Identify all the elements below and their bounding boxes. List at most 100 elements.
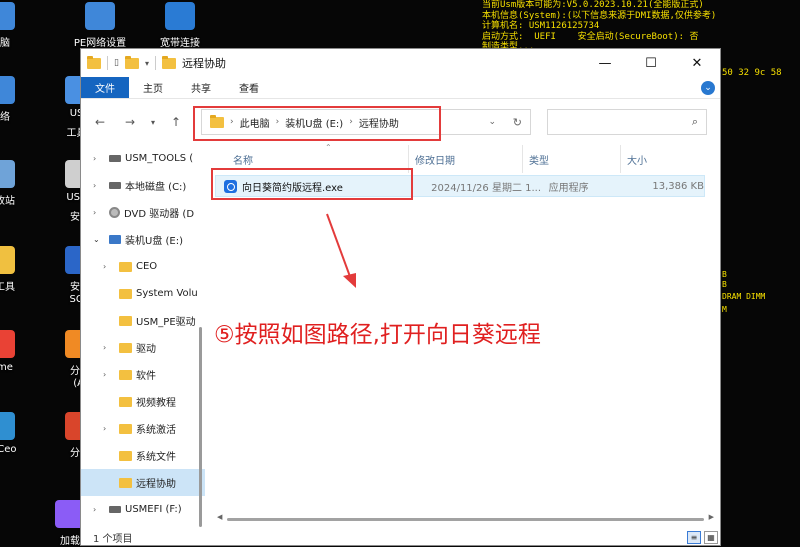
chevron-right-icon[interactable]: › — [93, 208, 105, 217]
shortcut-label: 宽带连接 — [160, 38, 200, 49]
column-size[interactable]: 大小 — [621, 145, 687, 173]
ribbon-expand-button[interactable]: ⌄ — [696, 77, 720, 98]
desktop-shortcut[interactable]: 理工具 — [0, 246, 40, 293]
quick-access-dropdown-icon[interactable]: ▾ — [145, 59, 149, 68]
desktop-shortcut[interactable]: rome — [0, 330, 40, 373]
scrollbar-thumb[interactable] — [227, 518, 704, 521]
maximize-button[interactable]: ☐ — [628, 49, 674, 77]
shortcut-label: 网络 — [0, 112, 10, 123]
nav-item-label: 远程协助 — [136, 479, 176, 490]
column-type-label: 类型 — [529, 155, 549, 167]
desktop-shortcut[interactable]: rmCeo — [0, 412, 40, 455]
sysinfo-line: 当前Usm版本可能为:V5.0.2023.10.21(全能版正式) — [482, 0, 704, 10]
chevron-right-icon[interactable]: › — [93, 181, 105, 190]
tab-home[interactable]: 主页 — [129, 77, 177, 98]
tab-share[interactable]: 共享 — [177, 77, 225, 98]
nav-item-label: 驱动 — [136, 344, 156, 355]
nav-item-label: 系统激活 — [136, 425, 176, 436]
sysinfo-line: 本机信息(System):(以下信息来源于DMI数据,仅供参考) — [482, 10, 717, 21]
tab-file[interactable]: 文件 — [81, 77, 129, 98]
pin-icon[interactable]: ▯ — [114, 58, 119, 68]
sort-arrow-icon: ⌃ — [325, 143, 332, 152]
minimize-button[interactable]: — — [582, 49, 628, 77]
nav-scrollbar[interactable] — [197, 145, 205, 529]
shortcut-label: 回收站 — [0, 196, 15, 207]
drive-icon — [109, 506, 121, 513]
tab-view[interactable]: 查看 — [225, 77, 273, 98]
sysinfo-line: 计算机名: USM1126125734 — [482, 21, 600, 31]
shortcut-icon — [0, 2, 15, 30]
chevron-right-icon[interactable]: › — [93, 505, 105, 514]
file-size: 13,386 KB — [652, 180, 704, 192]
desktop-shortcut[interactable]: 宽带连接 — [140, 2, 220, 49]
shortcut-icon — [0, 330, 15, 358]
large-icons-view-icon[interactable]: ▦ — [704, 531, 718, 544]
chevron-right-icon[interactable]: › — [93, 154, 105, 163]
nav-item[interactable]: › 驱动 — [81, 334, 205, 361]
scroll-left-icon[interactable]: ◀ — [217, 513, 222, 521]
chevron-right-icon[interactable]: › — [103, 343, 115, 352]
nav-item[interactable]: 远程协助 — [81, 469, 205, 496]
nav-item[interactable]: › USMEFI (F:) — [81, 496, 205, 523]
search-icon: ⌕ — [691, 115, 698, 128]
annotation-highlight-path — [193, 106, 441, 141]
scrollbar-thumb[interactable] — [199, 327, 202, 527]
chevron-right-icon[interactable]: › — [103, 424, 115, 433]
folder-icon — [87, 55, 101, 69]
nav-item[interactable]: System Volu — [81, 280, 205, 307]
folder-icon — [119, 369, 132, 380]
desktop-shortcut[interactable]: 回收站 — [0, 160, 40, 207]
desktop-shortcut[interactable]: 电脑 — [0, 2, 40, 49]
nav-item[interactable]: › DVD 驱动器 (D — [81, 199, 205, 226]
dvd-drive-icon — [109, 207, 120, 218]
details-view-icon[interactable]: ≡ — [687, 531, 701, 544]
nav-item[interactable]: › USM_TOOLS ( — [81, 145, 205, 172]
nav-item-label: 视频教程 — [136, 398, 176, 409]
nav-item-label: 系统文件 — [136, 452, 176, 463]
sysinfo-line: M — [722, 305, 727, 314]
scroll-right-icon[interactable]: ▶ — [709, 513, 714, 521]
chevron-down-icon[interactable]: ⌄ — [93, 235, 105, 244]
chevron-right-icon[interactable]: › — [103, 370, 115, 379]
nav-item-label: 装机U盘 (E:) — [125, 236, 183, 247]
nav-item-label: 软件 — [136, 371, 156, 382]
up-button[interactable]: ↑ — [163, 115, 189, 129]
system-info-overlay: 当前Usm版本可能为:V5.0.2023.10.21(全能版正式) 本机信息(Sy… — [482, 0, 716, 53]
divider — [107, 56, 108, 70]
nav-item[interactable]: ⌄ 装机U盘 (E:) — [81, 226, 205, 253]
back-button[interactable]: ← — [87, 115, 113, 129]
nav-item[interactable]: › 系统激活 — [81, 415, 205, 442]
nav-item[interactable]: › 软件 — [81, 361, 205, 388]
forward-button[interactable]: → — [117, 115, 143, 129]
sysinfo-line: B — [722, 270, 727, 279]
nav-item-label: USM_PE驱动 — [136, 317, 196, 328]
nav-item[interactable]: 系统文件 — [81, 442, 205, 469]
drive-icon — [109, 155, 121, 162]
chevron-right-icon[interactable]: › — [103, 262, 115, 271]
folder-icon — [161, 55, 176, 69]
shortcut-icon — [0, 246, 15, 274]
new-folder-icon[interactable] — [124, 55, 139, 69]
nav-item[interactable]: USM_PE驱动 — [81, 307, 205, 334]
folder-icon — [119, 288, 132, 299]
nav-item[interactable]: 视频教程 — [81, 388, 205, 415]
refresh-icon[interactable]: ↻ — [513, 116, 522, 129]
shortcut-icon — [0, 76, 15, 104]
desktop-shortcut[interactable]: PE网络设置 — [60, 2, 140, 49]
shortcut-label: 电脑 — [0, 38, 10, 49]
file-date: 2024/11/26 星期二 1... — [431, 182, 542, 194]
desktop-shortcut[interactable]: 网络 — [0, 76, 40, 123]
nav-item[interactable]: › 本地磁盘 (C:) — [81, 172, 205, 199]
nav-item[interactable]: › CEO — [81, 253, 205, 280]
address-dropdown-icon[interactable]: ⌄ — [488, 117, 496, 127]
nav-item-label: CEO — [136, 261, 158, 272]
close-button[interactable]: ✕ — [674, 49, 720, 77]
column-date-label: 修改日期 — [415, 155, 455, 167]
folder-icon — [119, 423, 132, 434]
horizontal-scrollbar[interactable]: ◀ ▶ — [217, 513, 714, 523]
column-date[interactable]: 修改日期 — [409, 145, 523, 173]
folder-icon — [119, 342, 132, 353]
column-type[interactable]: 类型 — [523, 145, 621, 173]
recent-locations-button[interactable]: ▾ — [147, 118, 159, 127]
search-input[interactable]: ⌕ — [547, 109, 707, 135]
